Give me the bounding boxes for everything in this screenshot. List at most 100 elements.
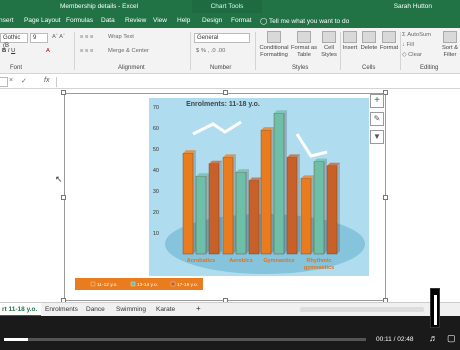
sort-filter-button[interactable]: Sort & Filter (440, 31, 460, 59)
cancel-icon[interactable]: × (9, 77, 13, 84)
window-title: Membership details - Excel (60, 3, 139, 10)
volume-icon[interactable]: ♬ (429, 333, 438, 343)
merge-center-button[interactable]: Merge & Center (108, 48, 149, 54)
tell-me-search[interactable]: ◯ Tell me what you want to do (260, 17, 349, 25)
sheet-tab-chart[interactable]: rt 11-18 y.o. (0, 303, 42, 317)
chart-bar-side (246, 169, 249, 254)
insert-cells-button[interactable]: Insert (342, 31, 358, 52)
y-tick-label: 40 (153, 168, 159, 174)
delete-cells-button[interactable]: Delete (360, 31, 378, 52)
volume-slider[interactable] (430, 288, 440, 328)
eraser-icon: ◇ (402, 52, 407, 58)
tab-help[interactable]: Help (177, 17, 190, 24)
ribbon-separator (190, 32, 191, 70)
number-format-icons[interactable]: $ % , .0 .00 (196, 48, 225, 54)
align-top-icons[interactable]: ≡ ≡ ≡ (80, 34, 93, 40)
chart-bar (326, 165, 338, 255)
autosum-label: AutoSum (407, 32, 432, 38)
user-name[interactable]: Sarah Hutton (394, 3, 432, 10)
fill-button[interactable]: ↓ Fill (402, 42, 414, 48)
chart-bar-side (271, 127, 274, 254)
chart-bar (300, 178, 312, 255)
chart-styles-brush-icon[interactable]: ✎ (370, 112, 384, 126)
fill-label: Fill (406, 42, 414, 48)
group-label-number: Number (210, 65, 232, 71)
tab-insert[interactable]: nsert (0, 17, 13, 24)
chart-bar (222, 157, 234, 255)
format-cells-label: Format (379, 45, 399, 51)
sheet-tab-enrolments[interactable]: Enrolments (45, 306, 78, 313)
format-as-table-label: Format as Table (290, 45, 318, 58)
tab-formulas[interactable]: Formulas (66, 17, 93, 24)
horizontal-scrollbar[interactable] (300, 307, 424, 312)
sheet-tab-swimming[interactable]: Swimming (116, 306, 146, 313)
tab-data[interactable]: Data (101, 17, 115, 24)
tab-review[interactable]: Review (125, 17, 146, 24)
confirm-icon[interactable]: ✓ (21, 77, 27, 85)
video-progress-bar[interactable] (4, 338, 366, 341)
group-label-editing: Editing (420, 65, 439, 71)
wrap-text-button[interactable]: Wrap Text (108, 34, 134, 40)
grow-shrink-font-icons[interactable]: Aˆ Aˇ (52, 34, 65, 40)
tab-design[interactable]: Design (202, 17, 222, 24)
lightbulb-icon: ◯ (260, 18, 268, 25)
sheet-tab-dance[interactable]: Dance (86, 306, 105, 313)
insert-function-button[interactable]: fx (44, 77, 49, 84)
legend-entry: 17-18 y.o. (177, 282, 198, 288)
chart-container[interactable]: 70 60 50 40 30 20 10 Enrolments: 11-18 y.o. Acro… (64, 93, 386, 301)
bold-italic-underline-buttons[interactable]: B I U (2, 48, 15, 54)
insert-cells-icon (343, 31, 357, 43)
legend-entry: 13-14 y.o. (137, 282, 158, 288)
y-tick-label: 60 (153, 126, 159, 132)
worksheet-grid[interactable]: 70 60 50 40 30 20 10 Enrolments: 11-18 y.o. Acro… (0, 90, 460, 303)
legend-swatch (90, 281, 96, 287)
add-sheet-button[interactable]: + (196, 304, 201, 313)
chart-bar (286, 157, 298, 255)
font-color-button[interactable]: A (46, 48, 50, 54)
resize-handle[interactable] (383, 195, 388, 200)
video-control-bar: 00:11 / 02:48 ♬ ▢ (0, 288, 460, 350)
conditional-formatting-button[interactable]: Conditional Formatting (258, 31, 290, 59)
resize-handle[interactable] (223, 90, 228, 95)
align-left-icons[interactable]: ≡ ≡ ≡ (80, 48, 93, 54)
format-as-table-icon (297, 31, 311, 43)
y-tick-label: 20 (153, 210, 159, 216)
video-time: 00:11 / 02:48 (376, 336, 414, 343)
legend-swatch (170, 281, 176, 287)
font-name-box[interactable]: Gothic (B (0, 33, 28, 49)
ribbon-separator (400, 32, 401, 70)
formula-input[interactable] (56, 77, 460, 87)
cell-styles-button[interactable]: Cell Styles (318, 31, 340, 59)
tab-page-layout[interactable]: Page Layout (24, 17, 61, 24)
chart-title: Enrolments: 11-18 y.o. (186, 101, 260, 108)
tab-format[interactable]: Format (231, 17, 252, 24)
name-box[interactable] (0, 77, 8, 87)
insert-cells-label: Insert (342, 45, 358, 51)
resize-handle[interactable] (61, 90, 66, 95)
volume-level (434, 295, 437, 325)
sheet-tab-karate[interactable]: Karate (156, 306, 175, 313)
resize-handle[interactable] (61, 195, 66, 200)
number-format-box[interactable]: General (194, 33, 250, 43)
x-category-label: Rhythmic (306, 258, 331, 264)
font-size-box[interactable]: 9 (30, 33, 48, 43)
chart-elements-plus-icon[interactable]: + (370, 94, 384, 108)
chart-filter-icon[interactable]: ▼ (370, 130, 384, 144)
fill-down-icon: ↓ (402, 42, 405, 48)
x-category-label: Acrobatics (187, 258, 215, 264)
chart-bar-side (193, 150, 196, 254)
tab-view[interactable]: View (153, 17, 167, 24)
format-cells-button[interactable]: Format (379, 31, 399, 52)
format-as-table-button[interactable]: Format as Table (289, 31, 319, 59)
fullscreen-icon[interactable]: ▢ (447, 333, 456, 344)
sort-filter-icon (443, 31, 457, 43)
chart-bar-side (311, 175, 314, 254)
conditional-formatting-icon (267, 31, 281, 43)
y-tick-label: 10 (153, 231, 159, 237)
format-cells-icon (382, 31, 396, 43)
clear-button[interactable]: ◇ Clear (402, 52, 422, 58)
ribbon-separator (74, 32, 75, 70)
autosum-button[interactable]: Σ AutoSum (402, 32, 431, 38)
delete-cells-label: Delete (360, 45, 378, 51)
chart-bar (260, 129, 272, 255)
